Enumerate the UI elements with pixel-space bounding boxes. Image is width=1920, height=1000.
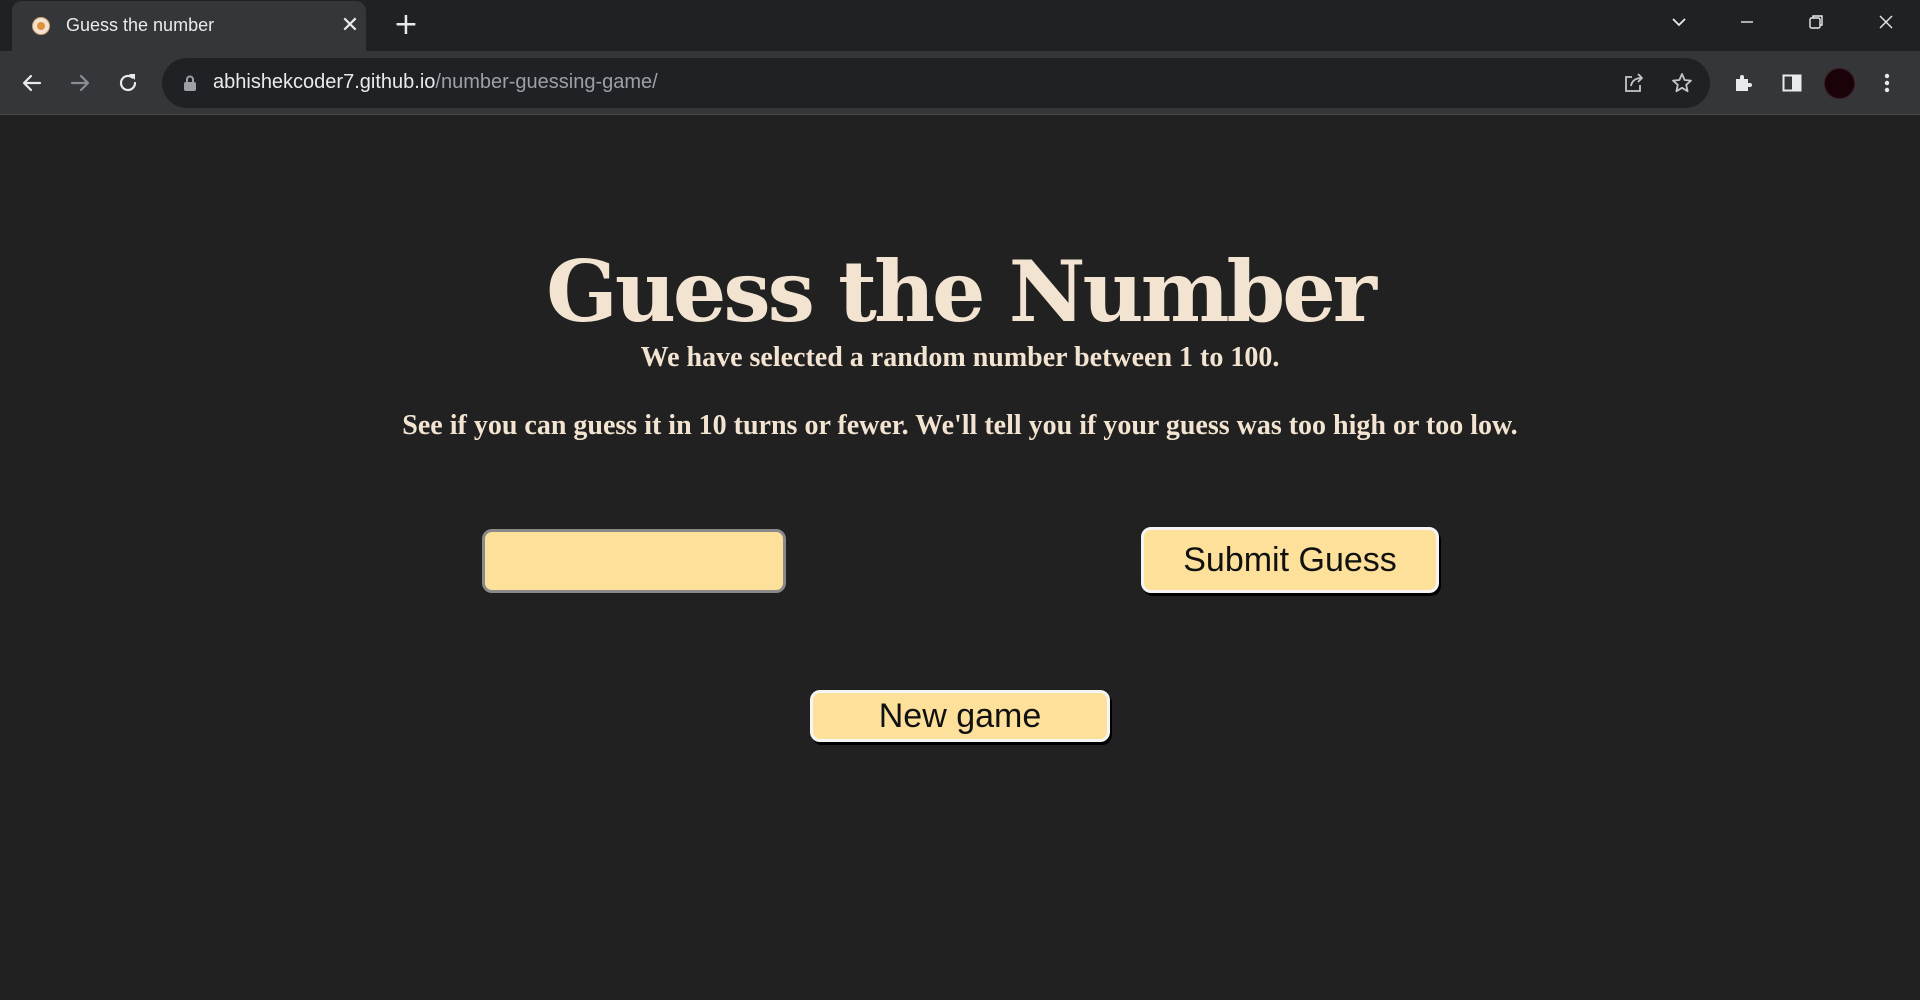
back-button[interactable] — [12, 63, 52, 103]
close-icon — [1879, 15, 1893, 29]
reload-button[interactable] — [108, 63, 148, 103]
address-bar[interactable]: abhishekcoder7.github.io/number-guessing… — [162, 58, 1710, 108]
extensions-button[interactable] — [1724, 63, 1764, 103]
star-icon — [1672, 73, 1692, 93]
restore-button[interactable] — [1782, 0, 1850, 44]
close-window-button[interactable] — [1852, 0, 1920, 44]
new-game-button[interactable]: New game — [810, 690, 1110, 742]
forward-button[interactable] — [60, 63, 100, 103]
browser-tabstrip: Guess the number ✕ + — [0, 0, 1920, 51]
bookmark-button[interactable] — [1666, 67, 1698, 99]
back-arrow-icon — [22, 74, 42, 92]
minimize-button[interactable] — [1713, 0, 1781, 44]
intro-text-1: We have selected a random number between… — [640, 342, 1280, 373]
url-host: abhishekcoder7.github.io — [213, 71, 436, 93]
side-panel-button[interactable] — [1772, 63, 1812, 103]
submit-guess-button[interactable]: Submit Guess — [1141, 527, 1439, 593]
browser-tab[interactable]: Guess the number ✕ — [12, 1, 366, 51]
restore-icon — [1809, 15, 1823, 29]
share-button[interactable] — [1618, 67, 1650, 99]
guess-input[interactable] — [482, 529, 786, 593]
minimize-icon — [1741, 21, 1753, 23]
intro-text-2: See if you can guess it in 10 turns or f… — [402, 410, 1518, 441]
page-title: Guess the Number — [546, 242, 1377, 342]
page-favicon-icon — [32, 17, 50, 35]
tab-search-button[interactable] — [1645, 0, 1713, 44]
reload-icon — [119, 74, 137, 92]
profile-avatar[interactable] — [1824, 68, 1855, 99]
browser-toolbar: abhishekcoder7.github.io/number-guessing… — [0, 51, 1920, 115]
forward-arrow-icon — [70, 74, 90, 92]
url-path: /number-guessing-game/ — [435, 71, 658, 93]
page-body: Guess the Number We have selected a rand… — [0, 116, 1920, 1000]
new-tab-button[interactable]: + — [390, 9, 422, 41]
kebab-menu-icon — [1884, 73, 1890, 93]
side-panel-icon — [1782, 74, 1802, 92]
close-tab-icon[interactable]: ✕ — [336, 12, 364, 40]
share-icon — [1625, 73, 1643, 92]
browser-menu-button[interactable] — [1867, 63, 1907, 103]
url-text[interactable]: abhishekcoder7.github.io/number-guessing… — [213, 71, 658, 94]
puzzle-icon — [1736, 75, 1752, 91]
lock-icon[interactable] — [182, 74, 198, 92]
chevron-down-icon — [1672, 18, 1686, 27]
tab-title: Guess the number — [66, 15, 215, 35]
